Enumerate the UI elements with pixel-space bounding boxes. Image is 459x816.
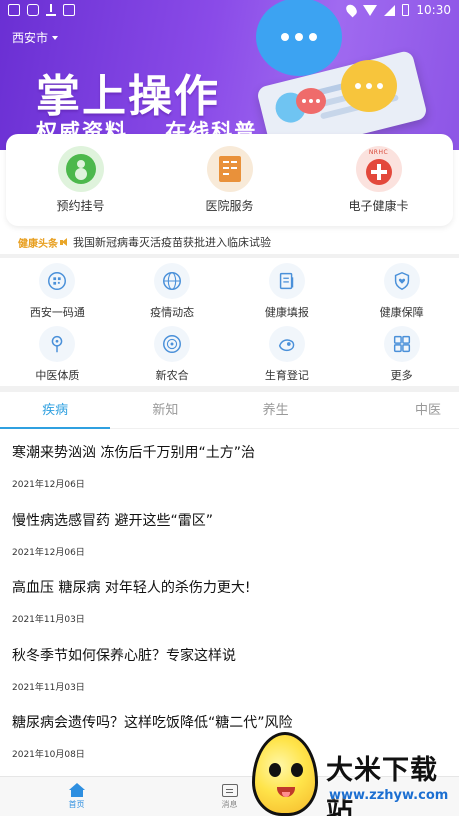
watermark-title: 大米下载站 — [326, 755, 438, 816]
grid-label: 生育登记 — [264, 369, 309, 382]
health-headline[interactable]: 健康头条 我国新冠病毒灭活疫苗获批进入临床试验 — [0, 231, 459, 253]
article-title: 慢性病选感冒药 避开这些“雷区” — [12, 512, 213, 529]
grid-label: 健康填报 — [264, 306, 309, 319]
chat-bubble-icon — [341, 60, 397, 112]
article-title: 糖尿病会遗传吗？这样吃饭降低“糖二代”风险 — [12, 715, 293, 731]
chat-bubble-icon — [256, 0, 342, 76]
body-icon — [39, 326, 76, 362]
grid-label: 新农合 — [155, 369, 189, 382]
list-item[interactable]: 寒潮来势汹汹 冻伤后千万别用“土方”治 2021年12月06日 — [0, 429, 459, 497]
top-banner[interactable]: 10:30 西安市 掌上操作 权威资料 在线科普 — [0, 0, 459, 150]
grid-item-tcm-constitution[interactable]: 中医体质 — [0, 322, 115, 385]
list-item[interactable]: 秋冬季节如何保养心脏？专家这样说 2021年11月03日 — [0, 632, 459, 700]
divider — [0, 386, 459, 392]
quick-services-card: 预约挂号 医院服务 NRHC 电子健康卡 — [6, 134, 453, 226]
register-icon — [57, 146, 104, 192]
globe-icon — [154, 263, 191, 299]
grid-item-more[interactable]: 更多 — [344, 322, 459, 385]
grid-item-health-report[interactable]: 健康填报 — [230, 259, 345, 322]
function-grid: 西安一码通 疫情动态 健康填报 健康保障 中医体质 新农合 生育登记 更多 — [0, 259, 459, 385]
baby-icon — [268, 326, 305, 362]
nav-label: 首页 — [68, 800, 85, 809]
article-list: 寒潮来势汹汹 冻伤后千万别用“土方”治 2021年12月06日 慢性病选感冒药 … — [0, 429, 459, 767]
service-label: 医院服务 — [205, 199, 254, 213]
location-icon — [344, 2, 360, 18]
download-icon — [46, 4, 56, 16]
banner-title: 掌上操作 — [36, 71, 220, 122]
badge-icon — [154, 326, 191, 362]
grid-item-epidemic[interactable]: 疫情动态 — [115, 259, 230, 322]
chat-bubble-icon — [296, 88, 326, 114]
headline-tag: 健康头条 — [18, 238, 58, 250]
message-icon — [221, 783, 238, 797]
status-bar: 10:30 — [0, 0, 459, 20]
health-card-button[interactable]: NRHC 电子健康卡 — [304, 134, 453, 226]
signal-icon — [384, 4, 396, 16]
service-label: 预约挂号 — [56, 199, 105, 213]
image-notification-icon — [63, 4, 75, 16]
article-title: 高血压 糖尿病 对年轻人的杀伤力更大! — [12, 580, 251, 596]
hospital-icon — [206, 146, 253, 192]
grid-item-birth-registration[interactable]: 生育登记 — [230, 322, 345, 385]
hospital-service-button[interactable]: 医院服务 — [155, 134, 304, 226]
battery-icon — [402, 4, 410, 16]
nav-home[interactable]: 首页 — [0, 777, 153, 816]
service-label: 电子健康卡 — [348, 199, 409, 213]
article-title: 寒潮来势汹汹 冻伤后千万别用“土方”治 — [12, 445, 255, 461]
notification-icon — [8, 4, 20, 16]
chevron-down-icon — [52, 35, 59, 40]
watermark-url: www.zzhyw.com — [329, 788, 449, 803]
form-icon — [268, 263, 305, 299]
grid-label: 疫情动态 — [150, 306, 195, 319]
speaker-icon — [60, 237, 69, 247]
app-notification-icon — [27, 4, 39, 16]
article-date: 2021年12月06日 — [12, 547, 85, 558]
city-label: 西安市 — [12, 31, 49, 45]
city-selector[interactable]: 西安市 — [12, 29, 59, 46]
qr-code-icon — [39, 263, 76, 299]
tab-disease[interactable]: 疾病 — [0, 395, 111, 429]
tab-new-knowledge[interactable]: 新知 — [110, 395, 220, 428]
list-item[interactable]: 慢性病选感冒药 避开这些“雷区” 2021年12月06日 — [0, 497, 459, 565]
list-item[interactable]: 高血压 糖尿病 对年轻人的杀伤力更大! 2021年11月03日 — [0, 564, 459, 632]
article-title: 秋冬季节如何保养心脏？专家这样说 — [12, 647, 236, 664]
grid-label: 西安一码通 — [29, 306, 85, 319]
article-date: 2021年12月06日 — [12, 480, 85, 490]
grid-label: 更多 — [390, 369, 413, 382]
shield-heart-icon — [383, 263, 420, 299]
grid-label: 健康保障 — [379, 306, 424, 319]
nav-label: 消息 — [221, 799, 238, 809]
headline-text: 我国新冠病毒灭活疫苗获批进入临床试验 — [73, 236, 271, 249]
grid-label: 中医体质 — [35, 369, 80, 382]
grid-item-health-security[interactable]: 健康保障 — [344, 259, 459, 322]
divider — [0, 254, 459, 258]
tab-wellness[interactable]: 养生 — [221, 395, 331, 428]
article-date: 2021年11月03日 — [12, 682, 85, 693]
appointment-register-button[interactable]: 预约挂号 — [6, 134, 155, 226]
grid-item-rural-insurance[interactable]: 新农合 — [115, 322, 230, 385]
home-icon — [68, 783, 85, 797]
health-card-icon: NRHC — [355, 146, 402, 192]
tab-tcm[interactable]: 中医 — [331, 395, 459, 428]
more-grid-icon — [383, 326, 420, 362]
wifi-icon — [363, 4, 378, 16]
grid-item-xian-code[interactable]: 西安一码通 — [0, 259, 115, 322]
category-tabs: 疾病 新知 养生 中医 — [0, 395, 459, 429]
status-time: 10:30 — [416, 3, 451, 17]
article-date: 2021年11月03日 — [12, 615, 85, 625]
health-card-badge: NRHC — [368, 149, 389, 156]
